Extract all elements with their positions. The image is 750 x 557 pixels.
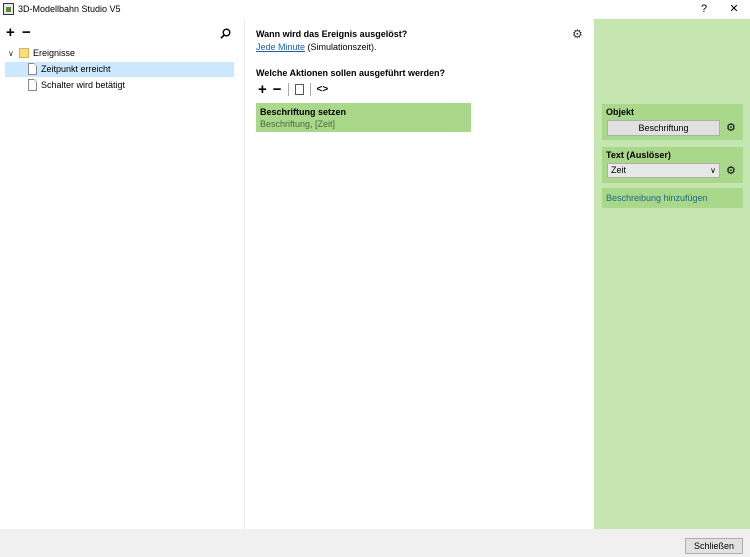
- tree-item-label: Zeitpunkt erreicht: [41, 64, 111, 74]
- window-close-button[interactable]: ✕: [720, 0, 748, 19]
- code-icon[interactable]: <>: [317, 84, 329, 95]
- gear-icon[interactable]: ⚙: [726, 164, 736, 177]
- tree-item-label: Schalter wird betätigt: [41, 80, 126, 90]
- text-dropdown[interactable]: Zeit ∨: [607, 163, 720, 178]
- app-icon: [3, 3, 14, 15]
- trigger-suffix: (Simulationszeit).: [305, 42, 377, 52]
- toolbar-divider: [287, 82, 289, 96]
- event-icon: [28, 79, 37, 91]
- gear-icon[interactable]: ⚙: [726, 121, 736, 134]
- object-label: Objekt: [606, 107, 635, 117]
- text-property: Text (Auslöser) Zeit ∨ ⚙: [602, 147, 743, 183]
- actions-toolbar: + − <>: [258, 81, 328, 97]
- object-select-button[interactable]: Beschriftung: [607, 120, 720, 136]
- tree-item-zeitpunkt-erreicht[interactable]: Zeitpunkt erreicht: [5, 62, 234, 77]
- close-button[interactable]: Schließen: [685, 538, 743, 554]
- trigger-description: Jede Minute (Simulationszeit).: [256, 42, 377, 52]
- object-property: Objekt Beschriftung ⚙: [602, 104, 743, 140]
- window-title: 3D-Modellbahn Studio V5: [18, 4, 121, 14]
- action-title: Beschriftung setzen: [260, 107, 347, 117]
- add-action-button[interactable]: +: [258, 82, 267, 97]
- add-description-link[interactable]: Beschreibung hinzufügen: [602, 188, 743, 208]
- actions-heading: Welche Aktionen sollen ausgeführt werden…: [256, 68, 446, 78]
- toolbar-divider: [309, 82, 311, 96]
- action-card[interactable]: Beschriftung setzen Beschriftung, [Zeit]: [256, 103, 471, 132]
- chevron-down-icon: ∨: [710, 166, 716, 175]
- title-bar: 3D-Modellbahn Studio V5 ? ✕: [0, 0, 750, 19]
- tree-item-schalter-wird-betaetigt[interactable]: Schalter wird betätigt: [5, 78, 234, 93]
- copy-icon[interactable]: [294, 83, 304, 95]
- add-event-button[interactable]: +: [6, 25, 15, 40]
- text-label: Text (Auslöser): [606, 150, 671, 160]
- search-icon[interactable]: [220, 28, 231, 39]
- folder-icon: [19, 48, 29, 58]
- properties-panel: Objekt Beschriftung ⚙ Text (Auslöser) Ze…: [594, 19, 750, 529]
- action-subtitle: Beschriftung, [Zeit]: [260, 119, 336, 129]
- tree-toolbar: + −: [0, 19, 245, 47]
- tree-item-label: Ereignisse: [33, 48, 76, 58]
- text-dropdown-value: Zeit: [611, 165, 627, 175]
- help-button[interactable]: ?: [690, 0, 718, 19]
- trigger-link[interactable]: Jede Minute: [256, 42, 305, 52]
- chevron-down-icon[interactable]: ∨: [8, 49, 14, 58]
- gear-icon[interactable]: ⚙: [572, 27, 583, 41]
- footer-bar: Schließen: [0, 529, 750, 557]
- event-tree-panel: + − ∨ Ereignisse Zeitpunkt erreicht Scha…: [0, 19, 245, 529]
- remove-action-button[interactable]: −: [273, 82, 282, 97]
- tree-item-ereignisse[interactable]: ∨ Ereignisse: [0, 46, 245, 61]
- remove-event-button[interactable]: −: [22, 25, 31, 40]
- trigger-heading: Wann wird das Ereignis ausgelöst?: [256, 29, 408, 39]
- event-icon: [28, 63, 37, 75]
- event-detail-panel: Wann wird das Ereignis ausgelöst? ⚙ Jede…: [246, 19, 594, 529]
